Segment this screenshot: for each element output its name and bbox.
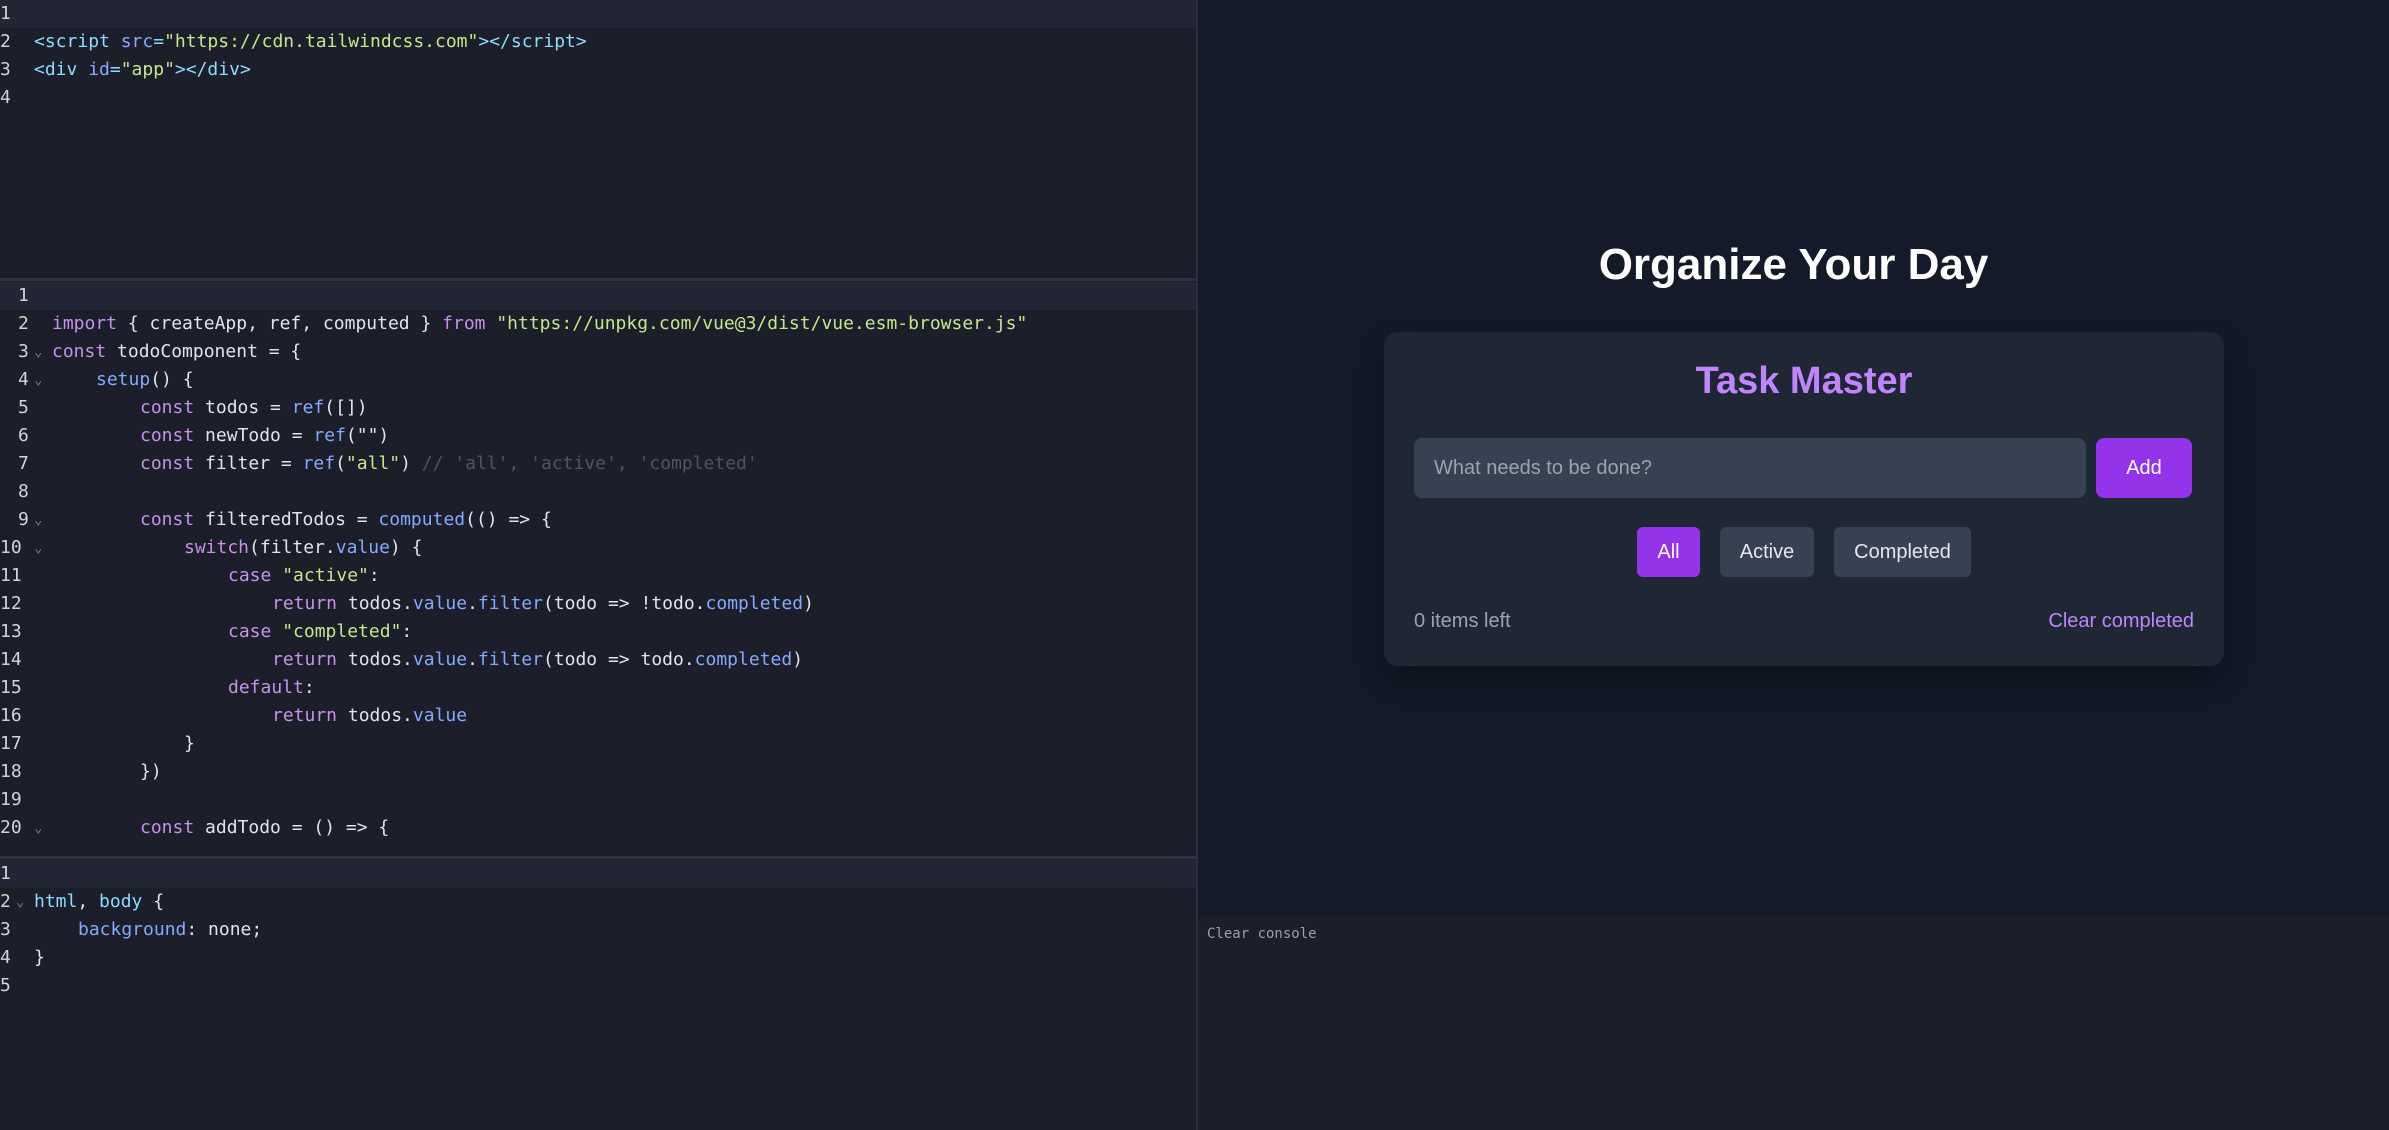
line-number: 11 bbox=[0, 565, 22, 586]
code-line[interactable]: 11 case "active": bbox=[0, 562, 1196, 590]
line-number: 3 bbox=[0, 919, 11, 940]
line-number: 4 bbox=[0, 947, 11, 968]
line-number: 1 bbox=[0, 3, 11, 24]
line-number: 1 bbox=[18, 285, 29, 306]
code-line[interactable]: 3 background: none; bbox=[0, 916, 1196, 944]
line-number: 14 bbox=[0, 649, 22, 670]
code-line[interactable]: 10 ⌄ switch(filter.value) { bbox=[0, 534, 1196, 562]
line-number: 19 bbox=[0, 789, 22, 810]
code-line[interactable]: 1 bbox=[0, 282, 1196, 310]
code-text: <div id="app"></div> bbox=[34, 59, 251, 80]
code-line[interactable]: 7 const filter = ref("all") // 'all', 'ac… bbox=[0, 450, 1196, 478]
line-number: 5 bbox=[0, 975, 11, 996]
clear-console-button[interactable]: Clear console bbox=[1207, 926, 1317, 942]
css-editor[interactable]: 1 2 ⌄ html, body { 3 background: none; 4} 5 bbox=[0, 860, 1196, 1130]
pane-splitter[interactable] bbox=[0, 278, 1196, 281]
line-number: 15 bbox=[0, 677, 22, 698]
line-number: 3 bbox=[0, 59, 11, 80]
code-line[interactable]: 5 const todos = ref([]) bbox=[0, 394, 1196, 422]
filter-all-button[interactable]: All bbox=[1637, 527, 1700, 577]
code-line[interactable]: 2 import { createApp, ref, computed } fro… bbox=[0, 310, 1196, 338]
fold-chevron-icon[interactable]: ⌄ bbox=[34, 506, 42, 534]
line-number: 18 bbox=[0, 761, 22, 782]
code-line[interactable]: 15 default: bbox=[0, 674, 1196, 702]
code-line[interactable]: 4} bbox=[0, 944, 1196, 972]
items-left-count: 0 items left bbox=[1414, 610, 1511, 632]
line-number: 4 bbox=[18, 369, 29, 390]
fold-chevron-icon[interactable]: ⌄ bbox=[34, 534, 42, 562]
line-number: 16 bbox=[0, 705, 22, 726]
code-line[interactable]: 18}) bbox=[0, 758, 1196, 786]
code-line[interactable]: 4 ⌄ setup() { bbox=[0, 366, 1196, 394]
code-line[interactable]: 3 ⌄ const todoComponent = { bbox=[0, 338, 1196, 366]
fold-chevron-icon[interactable]: ⌄ bbox=[34, 338, 42, 366]
code-text: <script src="https://cdn.tailwindcss.com… bbox=[34, 31, 587, 52]
code-line[interactable]: 13 case "completed": bbox=[0, 618, 1196, 646]
code-line[interactable]: 8 bbox=[0, 478, 1196, 506]
line-number: 13 bbox=[0, 621, 22, 642]
code-line[interactable]: 1 bbox=[0, 860, 1196, 888]
line-number: 8 bbox=[18, 481, 29, 502]
line-number: 7 bbox=[18, 453, 29, 474]
line-number: 2 bbox=[0, 31, 11, 52]
code-line[interactable]: 5 bbox=[0, 972, 1196, 1000]
line-number: 6 bbox=[18, 425, 29, 446]
filter-active-button[interactable]: Active bbox=[1720, 527, 1814, 577]
html-editor[interactable]: 1 2 <script src="https://cdn.tailwindcss… bbox=[0, 0, 1196, 278]
line-number: 12 bbox=[0, 593, 22, 614]
fold-chevron-icon[interactable]: ⌄ bbox=[34, 814, 42, 842]
code-line[interactable]: 6 const newTodo = ref("") bbox=[0, 422, 1196, 450]
clear-completed-link[interactable]: Clear completed bbox=[2048, 610, 2194, 633]
code-line[interactable]: 2 <script src="https://cdn.tailwindcss.c… bbox=[0, 28, 1196, 56]
code-line[interactable]: 3 <div id="app"></div> bbox=[0, 56, 1196, 84]
code-line[interactable]: 9 ⌄ const filteredTodos = computed(() => { bbox=[0, 506, 1196, 534]
line-number: 9 bbox=[18, 509, 29, 530]
todo-card: Task Master Add All Active Completed 0 i… bbox=[1384, 332, 2224, 666]
line-number: 17 bbox=[0, 733, 22, 754]
filter-completed-button[interactable]: Completed bbox=[1834, 527, 1971, 577]
add-button[interactable]: Add bbox=[2096, 438, 2192, 498]
code-line[interactable]: 14 return todos.value.filter(todo => todo… bbox=[0, 646, 1196, 674]
line-number: 3 bbox=[18, 341, 29, 362]
pane-splitter[interactable] bbox=[0, 856, 1196, 859]
line-number: 2 bbox=[0, 891, 11, 912]
code-line[interactable]: 1 bbox=[0, 0, 1196, 28]
line-number: 10 bbox=[0, 537, 22, 558]
line-number: 1 bbox=[0, 863, 11, 884]
code-line[interactable]: 16 return todos.value bbox=[0, 702, 1196, 730]
code-line[interactable]: 20 ⌄ const addTodo = () => { bbox=[0, 814, 1196, 842]
fold-chevron-icon[interactable]: ⌄ bbox=[16, 888, 24, 916]
card-title: Task Master bbox=[1695, 360, 1913, 402]
line-number: 2 bbox=[18, 313, 29, 334]
code-line[interactable]: 2 ⌄ html, body { bbox=[0, 888, 1196, 916]
console-panel: Clear console bbox=[1198, 916, 2389, 1130]
page-heading: Organize Your Day bbox=[1598, 240, 1989, 289]
code-line[interactable]: 12 return todos.value.filter(todo => !tod… bbox=[0, 590, 1196, 618]
js-editor[interactable]: 1 2 import { createApp, ref, computed } f… bbox=[0, 282, 1196, 856]
new-todo-input[interactable] bbox=[1414, 438, 2086, 498]
preview-panel: Organize Your Day Task Master Add All Ac… bbox=[1198, 0, 2389, 916]
line-number: 4 bbox=[0, 87, 11, 108]
code-editor-panel: 1 2 <script src="https://cdn.tailwindcss… bbox=[0, 0, 1196, 1130]
code-line[interactable]: 4 bbox=[0, 84, 1196, 112]
fold-chevron-icon[interactable]: ⌄ bbox=[34, 366, 42, 394]
line-number: 20 bbox=[0, 817, 22, 838]
code-line[interactable]: 19 bbox=[0, 786, 1196, 814]
line-number: 5 bbox=[18, 397, 29, 418]
code-line[interactable]: 17} bbox=[0, 730, 1196, 758]
